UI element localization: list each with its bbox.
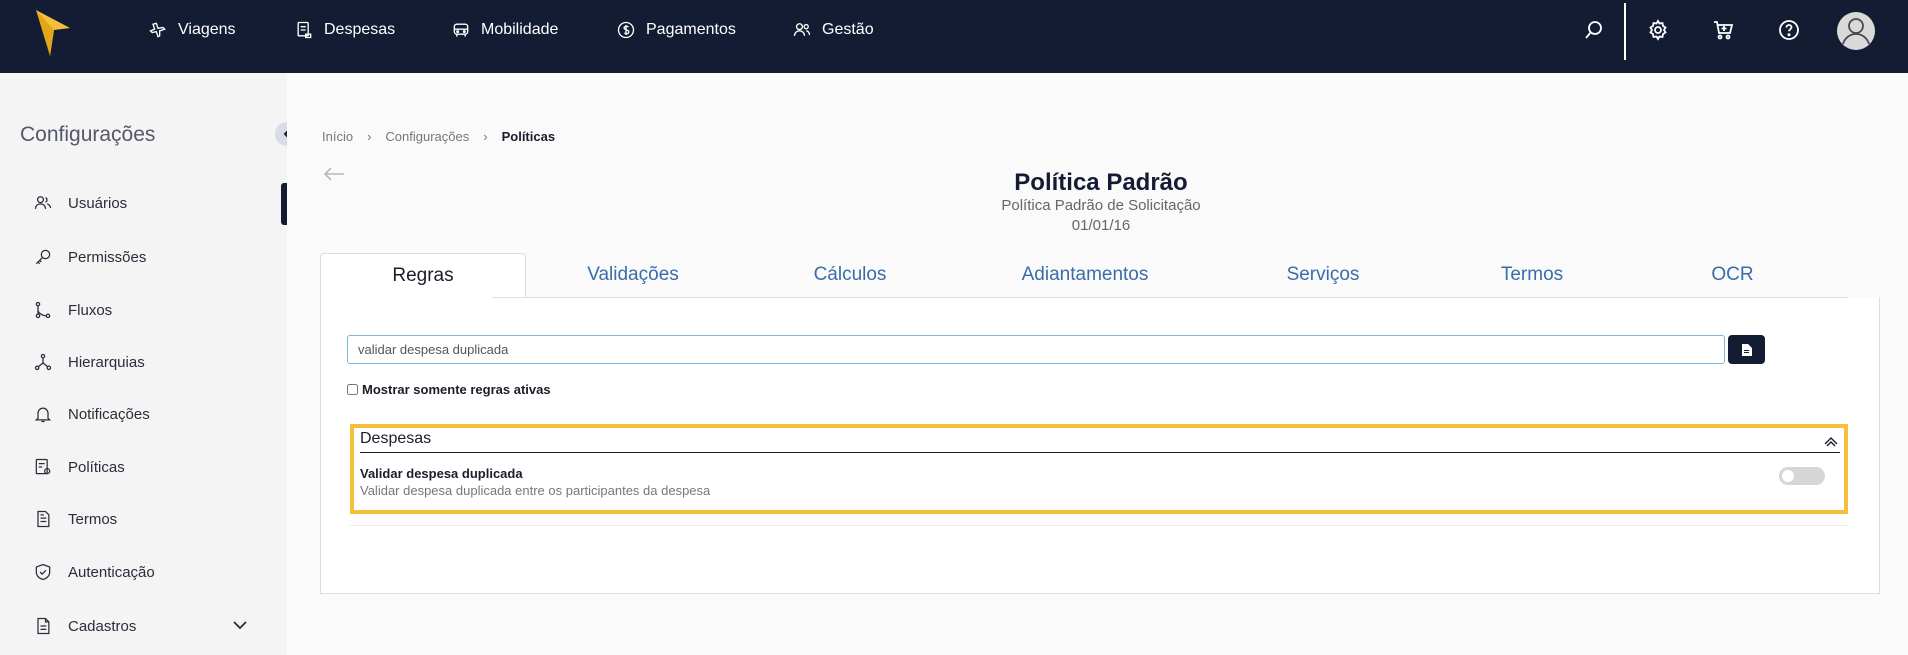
sidebar-item-label: Termos: [68, 510, 118, 528]
page-subtitle: Política Padrão de Solicitação: [1001, 197, 1201, 214]
chevron-up-icon[interactable]: [1824, 434, 1838, 447]
sidebar-item-label: Autenticação: [68, 563, 155, 581]
sidebar-item-label: Cadastros: [68, 617, 137, 635]
nav-gestao[interactable]: Gestão: [792, 20, 874, 40]
rules-group-despesas: Despesas Validar despesa duplicada Valid…: [350, 424, 1848, 514]
active-rules-filter[interactable]: Mostrar somente regras ativas: [347, 382, 551, 397]
sidebar-item-notificacoes[interactable]: Notificações: [33, 404, 150, 424]
receipt-icon: [297, 21, 312, 39]
sidebar-item-autenticacao[interactable]: Autenticação: [33, 562, 155, 582]
sidebar-item-politicas[interactable]: Políticas: [33, 457, 125, 477]
breadcrumb-politicas: Políticas: [501, 129, 556, 144]
group-bottom-divider: [350, 525, 1848, 526]
help-icon[interactable]: [1777, 18, 1801, 42]
people-icon: [793, 23, 811, 36]
gear-icon[interactable]: [1646, 18, 1670, 42]
search-icon[interactable]: [1582, 18, 1606, 42]
document-icon: [1742, 343, 1752, 356]
page-title: Política Padrão: [1014, 169, 1188, 196]
rules-search-input[interactable]: [347, 335, 1725, 364]
toggle-knob: [1782, 470, 1794, 482]
rule-title: Validar despesa duplicada: [360, 466, 523, 481]
tab-servicos[interactable]: Serviços: [1223, 253, 1423, 297]
active-rules-label: Mostrar somente regras ativas: [362, 382, 551, 397]
policy-icon: [35, 458, 51, 475]
breadcrumb: Início › Configurações › Políticas: [322, 129, 555, 144]
group-title[interactable]: Despesas: [360, 430, 431, 448]
sidebar-title: Configurações: [20, 123, 156, 146]
rule-toggle[interactable]: [1779, 467, 1825, 485]
main-content: Início › Configurações › Políticas Polít…: [287, 73, 1908, 655]
nav-pagamentos-label: Pagamentos: [646, 21, 736, 38]
key-icon: [35, 249, 51, 265]
tabs: Regras Validações Cálculos Adiantamentos…: [320, 253, 1880, 297]
car-icon: [453, 23, 469, 37]
breadcrumb-configuracoes[interactable]: Configurações: [385, 129, 469, 144]
tab-adiantamentos[interactable]: Adiantamentos: [960, 253, 1210, 297]
sidebar-item-label: Permissões: [68, 248, 147, 266]
sidebar-item-permissoes[interactable]: Permissões: [33, 247, 146, 267]
shield-icon: [35, 563, 51, 581]
nav-despesas-label: Despesas: [324, 21, 396, 38]
chevron-down-icon[interactable]: [232, 617, 248, 633]
rule-description: Validar despesa duplicada entre os parti…: [360, 483, 711, 498]
group-divider: [360, 452, 1840, 453]
page-date: 01/01/16: [1071, 217, 1131, 234]
chevron-right-icon: ›: [483, 129, 488, 144]
nav-viagens[interactable]: Viagens: [148, 20, 236, 40]
sidebar-item-label: Notificações: [68, 405, 150, 423]
active-rules-checkbox[interactable]: [347, 384, 358, 395]
tab-calculos[interactable]: Cálculos: [750, 253, 950, 297]
tab-regras[interactable]: Regras: [320, 253, 526, 297]
nav-viagens-label: Viagens: [178, 21, 236, 38]
nav-pagamentos[interactable]: Pagamentos: [616, 20, 736, 40]
nav-mobilidade[interactable]: Mobilidade: [451, 20, 558, 40]
tab-ocr[interactable]: OCR: [1660, 253, 1805, 297]
logo-icon[interactable]: [36, 10, 70, 56]
nav-gestao-label: Gestão: [822, 21, 874, 38]
search-button[interactable]: [1728, 335, 1765, 364]
sidebar-item-hierarquias[interactable]: Hierarquias: [33, 352, 145, 372]
cart-icon[interactable]: [1711, 18, 1735, 42]
tab-validacoes[interactable]: Validações: [533, 253, 733, 297]
tab-termos[interactable]: Termos: [1432, 253, 1632, 297]
navbar-divider: [1624, 3, 1626, 60]
hierarchy-icon: [34, 353, 52, 371]
sidebar-item-usuarios[interactable]: Usuários: [33, 193, 127, 213]
airplane-icon: [149, 22, 166, 38]
nav-mobilidade-label: Mobilidade: [481, 21, 559, 38]
breadcrumb-inicio[interactable]: Início: [322, 129, 353, 144]
sidebar-item-termos[interactable]: Termos: [33, 509, 117, 529]
file-icon: [37, 617, 50, 635]
dollar-icon: [617, 21, 635, 39]
sidebar-item-cadastros[interactable]: Cadastros: [33, 616, 136, 636]
sidebar-item-label: Hierarquias: [68, 353, 145, 371]
bell-icon: [34, 407, 52, 423]
sidebar-item-fluxos[interactable]: Fluxos: [33, 300, 112, 320]
document-icon: [37, 510, 50, 528]
users-icon: [34, 196, 52, 209]
tabs-divider: [492, 297, 1848, 298]
sidebar-item-label: Políticas: [68, 458, 125, 476]
chevron-right-icon: ›: [367, 129, 372, 144]
sidebar-item-label: Usuários: [68, 194, 128, 212]
nav-despesas[interactable]: Despesas: [294, 20, 395, 40]
avatar-icon[interactable]: [1837, 12, 1875, 50]
sidebar-item-label: Fluxos: [68, 301, 113, 319]
flow-icon: [35, 301, 51, 319]
top-navbar: Viagens Despesas Mobilidade Pagamentos G…: [0, 0, 1908, 73]
